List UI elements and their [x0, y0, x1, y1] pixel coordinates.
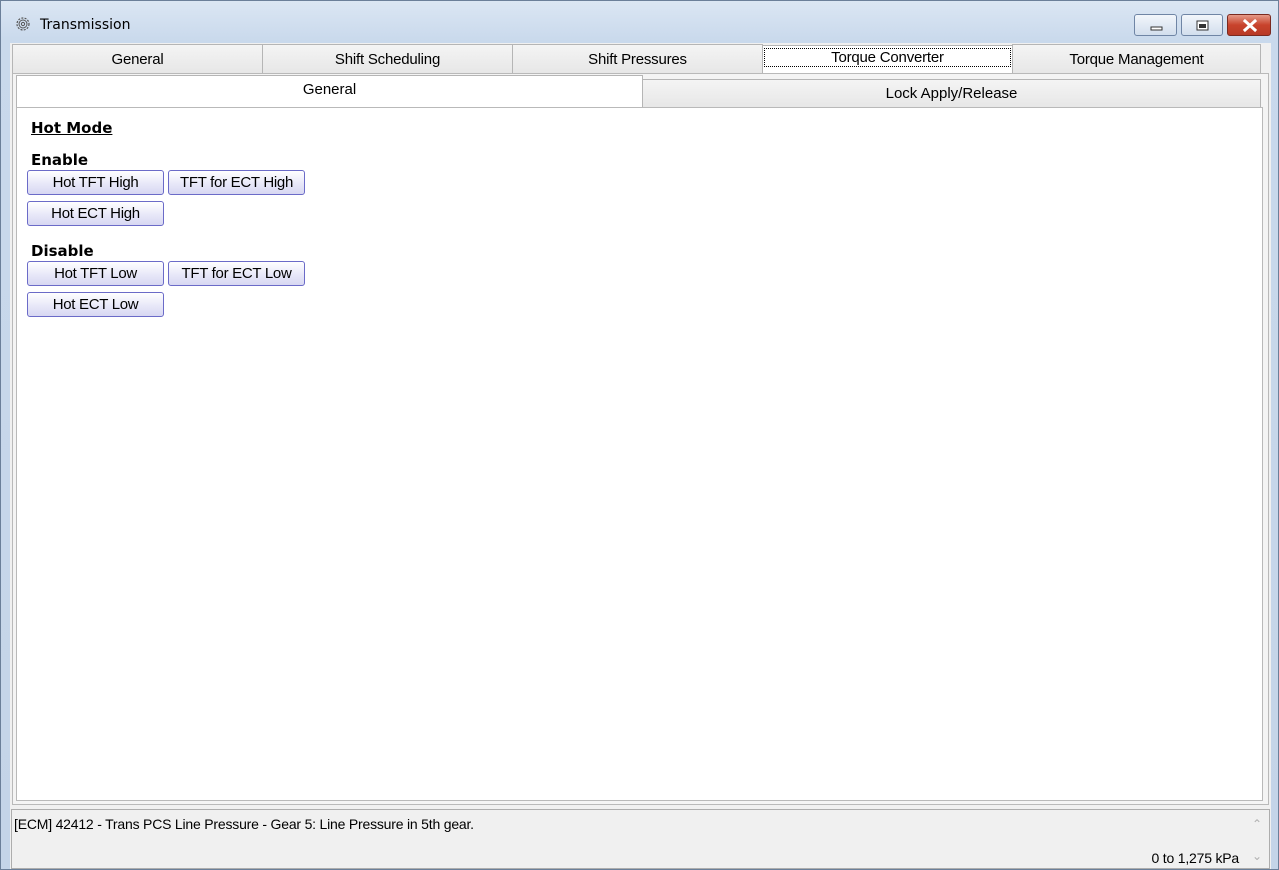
scroll-up-icon[interactable]: ⌃: [1249, 816, 1265, 832]
close-icon: [1242, 18, 1258, 33]
tab-shift-scheduling[interactable]: Shift Scheduling: [262, 44, 513, 73]
tft-for-ect-high-button[interactable]: TFT for ECT High: [168, 170, 305, 195]
hot-tft-low-button[interactable]: Hot TFT Low: [27, 261, 164, 286]
sub-tab-strip: General Lock Apply/Release: [16, 75, 1263, 108]
client-area: General Shift Scheduling Shift Pressures…: [10, 43, 1271, 869]
maximize-button[interactable]: [1181, 14, 1223, 36]
tab-torque-converter[interactable]: Torque Converter: [762, 45, 1013, 73]
window-title: Transmission: [40, 17, 131, 33]
transmission-window: Transmission General Shift Scheduling Sh…: [0, 0, 1279, 870]
subtab-lock-apply-release[interactable]: Lock Apply/Release: [642, 79, 1261, 107]
close-button[interactable]: [1227, 14, 1271, 36]
tft-for-ect-low-button[interactable]: TFT for ECT Low: [168, 261, 305, 286]
scroll-down-icon[interactable]: ⌄: [1249, 848, 1265, 864]
title-bar[interactable]: Transmission: [1, 1, 1278, 43]
status-range: 0 to 1,275 kPa: [1151, 850, 1240, 866]
tab-torque-management[interactable]: Torque Management: [1012, 44, 1261, 73]
hot-mode-heading: Hot Mode: [31, 119, 113, 137]
enable-heading: Enable: [31, 151, 89, 169]
status-panel: [ECM] 42412 - Trans PCS Line Pressure - …: [11, 809, 1270, 869]
minimize-icon: [1150, 26, 1163, 31]
general-subpage: Hot Mode Enable Hot TFT High TFT for ECT…: [16, 107, 1263, 801]
torque-converter-page: General Lock Apply/Release Hot Mode Enab…: [12, 73, 1269, 805]
hot-tft-high-button[interactable]: Hot TFT High: [27, 170, 164, 195]
hot-ect-low-button[interactable]: Hot ECT Low: [27, 292, 164, 317]
tab-general[interactable]: General: [12, 44, 263, 73]
status-message: [ECM] 42412 - Trans PCS Line Pressure - …: [14, 816, 474, 832]
gear-icon: [15, 16, 31, 32]
maximize-icon: [1196, 20, 1209, 31]
minimize-button[interactable]: [1134, 14, 1177, 36]
main-tab-strip: General Shift Scheduling Shift Pressures…: [12, 44, 1269, 74]
subtab-general[interactable]: General: [16, 75, 643, 108]
disable-heading: Disable: [31, 242, 94, 260]
hot-ect-high-button[interactable]: Hot ECT High: [27, 201, 164, 226]
tab-shift-pressures[interactable]: Shift Pressures: [512, 44, 763, 73]
